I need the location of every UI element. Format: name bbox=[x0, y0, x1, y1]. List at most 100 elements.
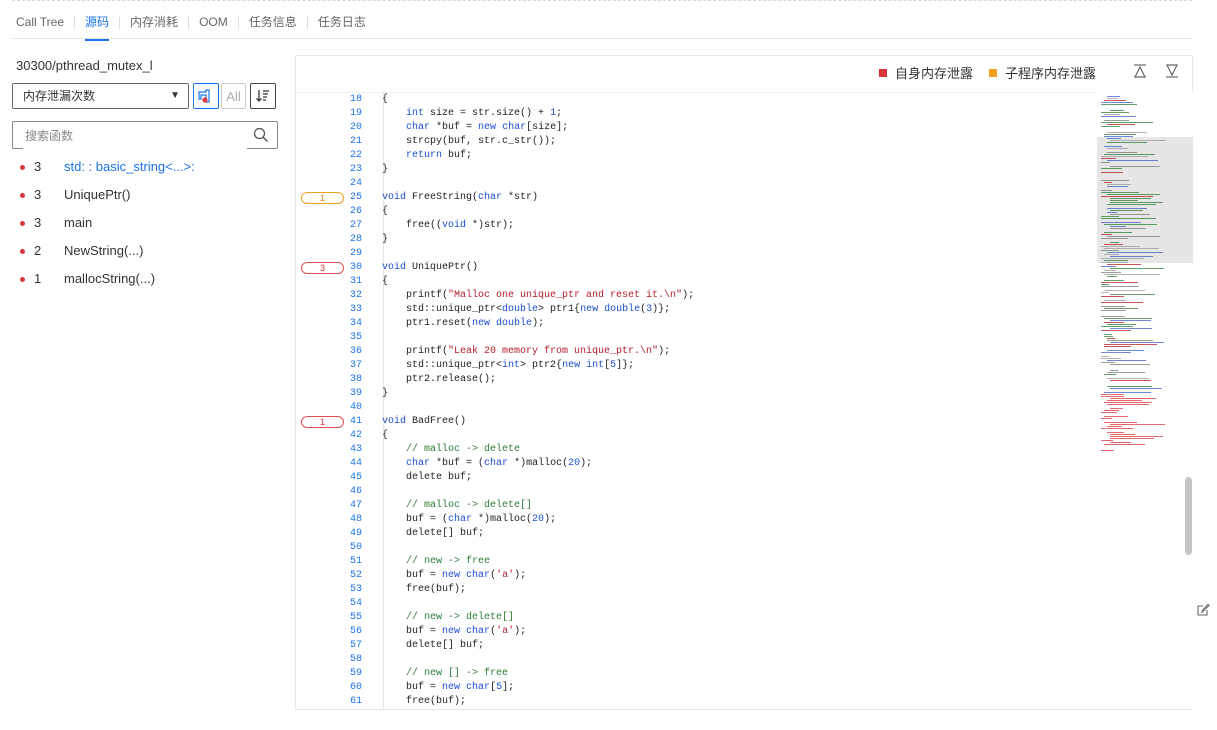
code-line: 55 // new -> delete[] bbox=[296, 611, 1096, 625]
minimap-line bbox=[1107, 132, 1147, 133]
minimap-line bbox=[1104, 334, 1112, 335]
tab-oom[interactable]: OOM bbox=[189, 12, 238, 37]
minimap-line bbox=[1101, 356, 1109, 357]
line-number: 29 bbox=[349, 248, 362, 259]
tab-memory-usage[interactable]: 内存消耗 bbox=[120, 12, 188, 37]
minimap-line bbox=[1107, 372, 1145, 373]
minimap-line bbox=[1104, 308, 1138, 309]
line-number: 44 bbox=[349, 458, 362, 469]
list-item[interactable]: 3 UniquePtr() bbox=[20, 181, 195, 209]
minimap-line bbox=[1104, 374, 1116, 375]
minimap-line bbox=[1104, 260, 1128, 261]
line-number: 60 bbox=[349, 682, 362, 693]
scroll-to-bottom-icon[interactable] bbox=[1164, 63, 1180, 79]
minimap-line bbox=[1107, 194, 1160, 195]
all-button[interactable]: All bbox=[221, 83, 246, 109]
code-line: 24 bbox=[296, 177, 1096, 191]
line-number: 61 bbox=[349, 696, 362, 707]
minimap-line bbox=[1101, 292, 1109, 293]
code-text: } bbox=[382, 234, 389, 245]
code-editor[interactable]: 18{19 int size = str.size() + 1; 20 char … bbox=[296, 92, 1096, 710]
child-leak-swatch bbox=[988, 68, 997, 77]
code-line: 31 { bbox=[296, 275, 1096, 289]
top-divider bbox=[12, 0, 1192, 1]
minimap-line bbox=[1104, 280, 1124, 281]
tab-task-log[interactable]: 任务日志 bbox=[308, 12, 376, 37]
minimap-line bbox=[1104, 254, 1119, 255]
minimap-line bbox=[1110, 110, 1124, 111]
minimap-line bbox=[1110, 202, 1163, 203]
code-line: 57 delete[] buf; bbox=[296, 639, 1096, 653]
minimap-line bbox=[1107, 212, 1117, 213]
vertical-scrollbar[interactable] bbox=[1185, 477, 1192, 555]
code-text: ptr2.release(); bbox=[382, 374, 497, 385]
leak-dot-icon bbox=[20, 248, 25, 254]
code-text: { bbox=[382, 276, 389, 287]
sort-order-button[interactable] bbox=[250, 83, 276, 109]
code-text: // new -> free bbox=[406, 556, 491, 567]
code-text: // malloc -> delete[] bbox=[406, 500, 533, 511]
tab-call-tree[interactable]: Call Tree bbox=[12, 12, 74, 37]
code-line: 39} bbox=[296, 387, 1096, 401]
line-number: 33 bbox=[349, 304, 362, 315]
minimap-line bbox=[1104, 290, 1145, 291]
line-number: 37 bbox=[349, 360, 362, 371]
line-number: 54 bbox=[349, 598, 362, 609]
list-item[interactable]: 1 mallocString(...) bbox=[20, 265, 195, 293]
list-item[interactable]: 3 main bbox=[20, 209, 195, 237]
minimap-line bbox=[1110, 424, 1165, 425]
minimap-line bbox=[1101, 222, 1141, 223]
line-number: 40 bbox=[349, 402, 362, 413]
function-list: 3 std: : basic_string<...>: 3 UniquePtr(… bbox=[20, 153, 195, 293]
minimap-line bbox=[1104, 244, 1123, 245]
minimap-line bbox=[1104, 416, 1128, 417]
line-number: 59 bbox=[349, 668, 362, 679]
minimap-line bbox=[1107, 264, 1141, 265]
code-text: int size = str.size() + 1; bbox=[406, 108, 563, 119]
tab-bar: Call Tree 源码 内存消耗 OOM 任务信息 任务日志 bbox=[12, 12, 1193, 41]
minimap-line bbox=[1104, 100, 1126, 101]
minimap-line bbox=[1110, 442, 1131, 443]
minimap-line bbox=[1110, 380, 1151, 381]
code-line: 1 41 void BadFree() bbox=[296, 415, 1096, 429]
minimap-line bbox=[1104, 300, 1126, 301]
sort-select[interactable]: 内存泄漏次数 ▼ bbox=[12, 83, 189, 109]
sort-desc-icon bbox=[256, 90, 269, 102]
code-text: delete[] buf; bbox=[382, 528, 485, 539]
code-minimap[interactable] bbox=[1097, 92, 1193, 709]
minimap-line bbox=[1110, 294, 1155, 295]
minimap-line bbox=[1107, 340, 1153, 341]
minimap-line bbox=[1110, 364, 1150, 365]
line-number: 47 bbox=[349, 500, 362, 511]
tab-source[interactable]: 源码 bbox=[75, 12, 119, 41]
minimap-line bbox=[1110, 328, 1152, 329]
code-text: buf = new char('a'); bbox=[382, 570, 527, 581]
scroll-to-top-icon[interactable] bbox=[1132, 63, 1148, 79]
minimap-line bbox=[1110, 436, 1163, 437]
line-number: 41 bbox=[349, 416, 362, 427]
leak-filter-button[interactable] bbox=[193, 83, 219, 109]
minimap-line bbox=[1104, 114, 1120, 115]
search-icon[interactable] bbox=[253, 127, 269, 143]
list-item[interactable]: 3 std: : basic_string<...>: bbox=[20, 153, 195, 181]
minimap-line bbox=[1110, 434, 1135, 435]
minimap-line bbox=[1104, 274, 1160, 275]
line-number: 27 bbox=[349, 220, 362, 231]
minimap-line bbox=[1101, 180, 1129, 181]
line-number: 48 bbox=[349, 514, 362, 525]
code-line: 58 bbox=[296, 653, 1096, 667]
code-line: 18 { bbox=[296, 93, 1096, 107]
tab-task-info[interactable]: 任务信息 bbox=[239, 12, 307, 37]
code-line: 27 free((void *)str); bbox=[296, 219, 1096, 233]
minimap-line bbox=[1104, 444, 1145, 445]
list-item[interactable]: 2 NewString(...) bbox=[20, 237, 195, 265]
minimap-line bbox=[1107, 138, 1121, 139]
code-line: 36 printf("Leak 20 memory from unique_pt… bbox=[296, 345, 1096, 359]
line-number: 42 bbox=[349, 430, 362, 441]
minimap-line bbox=[1107, 360, 1146, 361]
line-number: 39 bbox=[349, 388, 362, 399]
minimap-line bbox=[1101, 218, 1156, 219]
edit-icon[interactable] bbox=[1196, 603, 1210, 617]
search-input[interactable] bbox=[23, 123, 247, 149]
line-number: 55 bbox=[349, 612, 362, 623]
